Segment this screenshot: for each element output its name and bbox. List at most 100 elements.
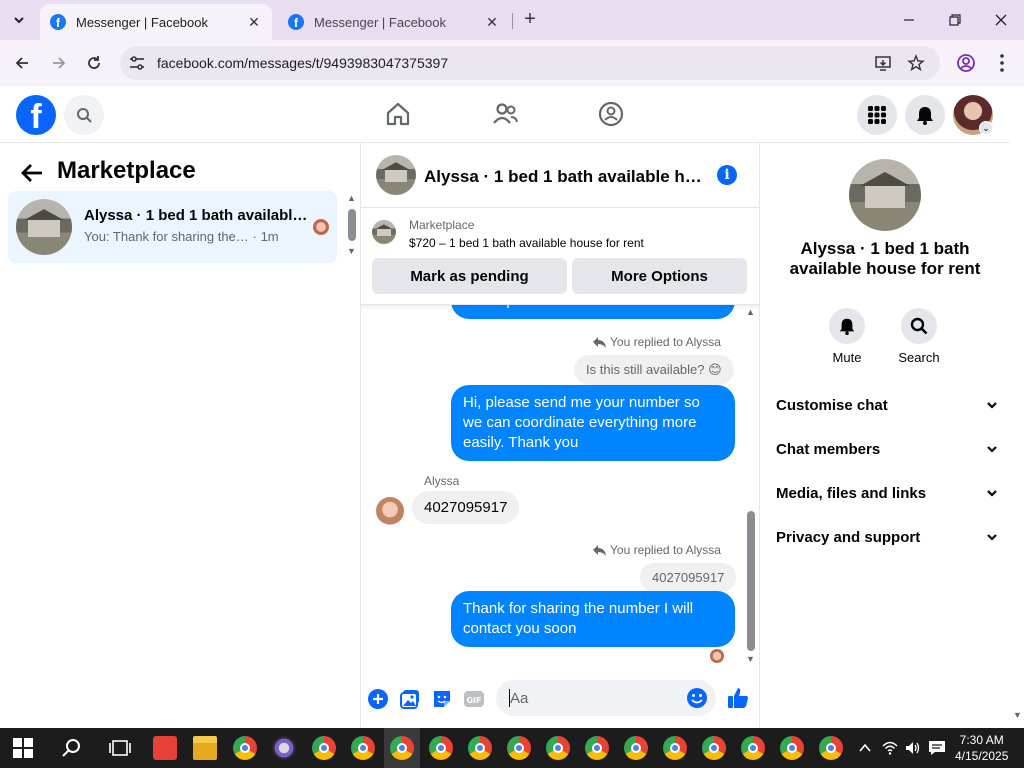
incoming-message[interactable]: 4027095917 xyxy=(412,491,520,524)
close-tab-icon[interactable]: ✕ xyxy=(246,14,262,30)
facebook-logo-icon[interactable]: f xyxy=(16,95,56,135)
url-text: facebook.com/messages/t/9493983047375397 xyxy=(157,55,449,71)
chrome-profile-icon[interactable] xyxy=(312,736,336,760)
emoji-icon[interactable] xyxy=(686,687,708,709)
gallery-icon[interactable] xyxy=(399,688,421,710)
friends-icon[interactable] xyxy=(491,100,519,128)
chat-title[interactable]: Alyssa · 1 bed 1 bath available house fo… xyxy=(424,167,704,187)
bookmark-star-icon[interactable] xyxy=(907,54,925,72)
wifi-icon[interactable] xyxy=(882,740,898,756)
scroll-up-arrow-icon[interactable]: ▲ xyxy=(347,193,356,203)
chrome-profile-icon[interactable] xyxy=(507,736,531,760)
gif-icon[interactable]: GIF xyxy=(463,688,485,710)
quoted-message[interactable]: 4027095917 xyxy=(640,563,737,592)
thumbs-up-icon[interactable] xyxy=(726,686,750,710)
site-info-icon[interactable] xyxy=(128,54,146,72)
search-icon xyxy=(77,108,92,123)
chrome-profile-icon[interactable] xyxy=(702,736,726,760)
volume-icon[interactable] xyxy=(905,740,921,756)
plus-circle-icon[interactable] xyxy=(367,688,389,710)
chevron-down-icon[interactable]: ⌄ xyxy=(979,121,993,135)
back-button[interactable] xyxy=(8,49,36,77)
restore-button[interactable] xyxy=(932,0,978,40)
arrow-left-icon[interactable] xyxy=(18,159,46,187)
chrome-icon[interactable] xyxy=(233,736,257,760)
outgoing-message[interactable]: Thank for sharing the number I will cont… xyxy=(451,591,735,647)
install-app-icon[interactable] xyxy=(874,54,892,72)
notification-center-icon[interactable] xyxy=(928,739,946,757)
search-label: Search xyxy=(898,350,940,365)
windows-start-icon[interactable] xyxy=(13,738,33,758)
close-tab-icon[interactable]: ✕ xyxy=(484,14,500,30)
notifications-button[interactable] xyxy=(905,95,945,135)
chrome-profile-icon[interactable] xyxy=(741,736,765,760)
message-input[interactable]: Aa xyxy=(496,680,716,716)
more-options-button[interactable]: More Options xyxy=(572,258,747,294)
quoted-message[interactable]: Is this still available? 😊 xyxy=(574,355,734,385)
chrome-profile-icon[interactable] xyxy=(351,736,375,760)
chrome-profile-icon[interactable] xyxy=(390,736,414,760)
section-chat-members[interactable]: Chat members xyxy=(776,429,998,469)
chrome-profile-icon[interactable] xyxy=(819,736,843,760)
app-icon[interactable] xyxy=(153,736,177,760)
file-explorer-icon[interactable] xyxy=(193,736,217,760)
section-media-files-links[interactable]: Media, files and links xyxy=(776,473,998,513)
chrome-profile-icon[interactable] xyxy=(624,736,648,760)
scroll-down-arrow-icon[interactable]: ▼ xyxy=(1013,710,1022,720)
section-label: Chat members xyxy=(776,440,881,458)
section-customise-chat[interactable]: Customise chat xyxy=(776,385,998,425)
home-icon[interactable] xyxy=(384,100,412,128)
sender-avatar[interactable] xyxy=(376,497,404,525)
scroll-up-arrow-icon[interactable]: ▲ xyxy=(746,307,755,317)
chrome-profile-icon[interactable] xyxy=(780,736,804,760)
close-window-button[interactable] xyxy=(978,0,1024,40)
chrome-profile-icon[interactable] xyxy=(663,736,687,760)
snipping-tool-icon[interactable] xyxy=(272,736,296,760)
message-input-placeholder: Aa xyxy=(510,690,529,707)
conversation-item[interactable]: Alyssa · 1 bed 1 bath available house fo… xyxy=(8,191,337,263)
chrome-profile-icon[interactable] xyxy=(546,736,570,760)
chevron-up-icon[interactable] xyxy=(858,741,872,755)
info-icon[interactable]: i xyxy=(717,165,737,185)
new-tab-button[interactable]: + xyxy=(518,9,542,31)
panel-title: Marketplace xyxy=(57,157,196,184)
search-button[interactable]: Search xyxy=(891,308,947,365)
browser-tab-active[interactable]: f Messenger | Facebook ✕ xyxy=(40,4,272,40)
search-icon xyxy=(910,317,928,335)
task-view-icon[interactable] xyxy=(108,736,132,760)
browser-tab[interactable]: f Messenger | Facebook ✕ xyxy=(278,4,510,40)
facebook-search-button[interactable] xyxy=(64,95,104,135)
outgoing-message[interactable]: Hi, please send me your number so we can… xyxy=(451,385,735,461)
browser-menu-icon[interactable] xyxy=(992,52,1012,74)
chrome-profile-icon[interactable] xyxy=(468,736,492,760)
chrome-profile-icon[interactable] xyxy=(585,736,609,760)
sticker-icon[interactable] xyxy=(431,688,453,710)
conversation-list-scrollbar[interactable]: ▲ ▼ xyxy=(345,193,359,263)
profile-icon[interactable] xyxy=(956,53,976,73)
chrome-profile-icon[interactable] xyxy=(429,736,453,760)
scroll-thumb[interactable] xyxy=(348,209,356,241)
chat-scrollbar[interactable]: ▲ ▼ xyxy=(744,307,758,667)
scroll-down-arrow-icon[interactable]: ▼ xyxy=(347,246,356,256)
groups-icon[interactable] xyxy=(597,100,625,128)
reload-button[interactable] xyxy=(80,49,108,77)
message-composer: GIF Aa xyxy=(361,678,759,728)
mark-as-pending-button[interactable]: Mark as pending xyxy=(372,258,567,294)
listing-thumbnail[interactable] xyxy=(376,155,416,195)
page-scrollbar[interactable]: ▼ xyxy=(1010,86,1024,728)
listing-thumbnail[interactable] xyxy=(849,159,921,231)
clock[interactable]: 7:30 AM 4/15/2025 xyxy=(955,732,1008,764)
forward-button[interactable] xyxy=(45,49,73,77)
minimize-button[interactable] xyxy=(886,0,932,40)
scroll-down-arrow-icon[interactable]: ▼ xyxy=(746,654,755,664)
listing-description[interactable]: $720 – 1 bed 1 bath available house for … xyxy=(409,236,644,250)
tab-search-button[interactable] xyxy=(6,8,32,32)
mute-button[interactable]: Mute xyxy=(819,308,875,365)
listing-thumbnail[interactable] xyxy=(372,220,396,244)
tab-divider xyxy=(512,13,513,29)
section-privacy-support[interactable]: Privacy and support xyxy=(776,517,998,557)
scroll-thumb[interactable] xyxy=(747,511,755,651)
address-bar[interactable]: facebook.com/messages/t/9493983047375397 xyxy=(120,46,940,80)
menu-grid-button[interactable] xyxy=(857,95,897,135)
search-icon[interactable] xyxy=(60,736,84,760)
